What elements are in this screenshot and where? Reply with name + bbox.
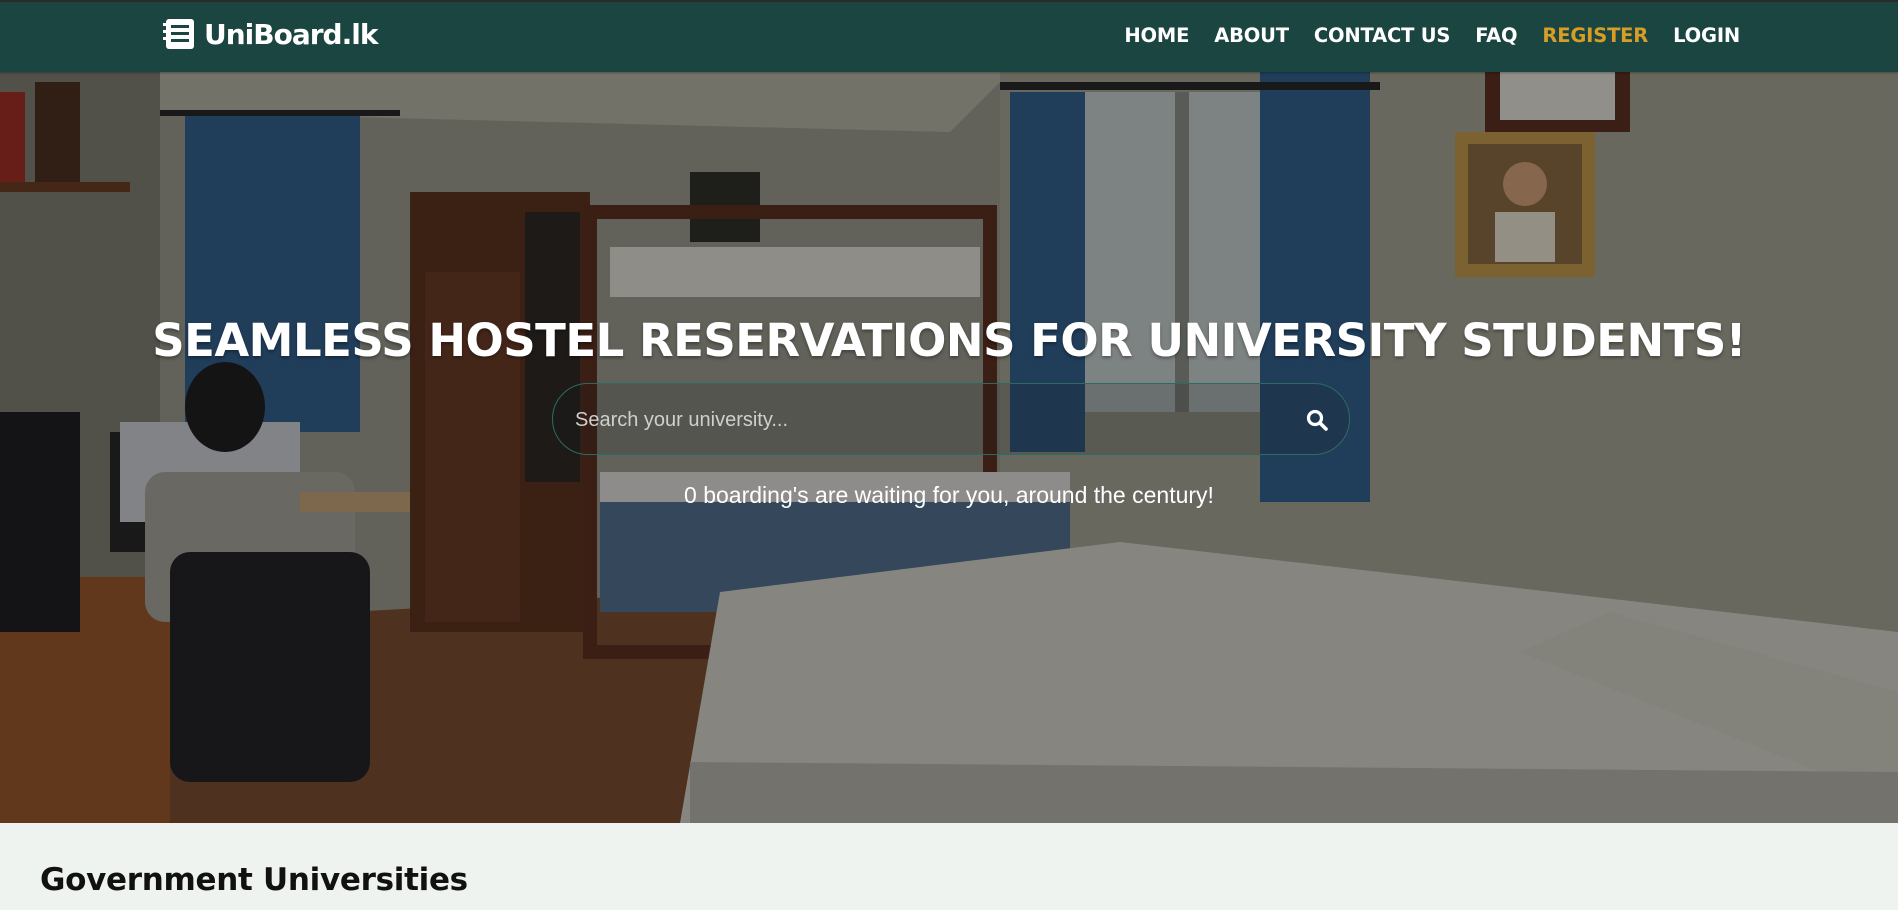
nav-home-link[interactable]: HOME	[1124, 24, 1189, 47]
university-search-input[interactable]	[575, 402, 1255, 438]
logo-icon	[163, 19, 194, 49]
top-navbar: UniBoard.lk HOME ABOUT CONTACT US FAQ RE…	[0, 0, 1898, 72]
nav-register-link[interactable]: REGISTER	[1542, 24, 1648, 47]
brand-logo[interactable]: UniBoard.lk	[162, 14, 378, 54]
nav-about-link[interactable]: ABOUT	[1214, 24, 1289, 47]
nav-login-link[interactable]: LOGIN	[1673, 24, 1740, 47]
government-universities-heading: Government Universities	[40, 862, 468, 898]
hero-section: SEAMLESS HOSTEL RESERVATIONS FOR UNIVERS…	[0, 72, 1898, 823]
search-icon[interactable]	[1305, 408, 1329, 432]
nav-contact-link[interactable]: CONTACT US	[1314, 24, 1451, 47]
brand-name: UniBoard.lk	[204, 17, 378, 51]
nav-faq-link[interactable]: FAQ	[1475, 24, 1517, 47]
hero-headline: SEAMLESS HOSTEL RESERVATIONS FOR UNIVERS…	[152, 314, 1746, 367]
boarding-count-tagline: 0 boarding's are waiting for you, around…	[684, 482, 1214, 508]
university-search-box	[552, 383, 1350, 455]
main-nav: HOME ABOUT CONTACT US FAQ REGISTER LOGIN	[1124, 24, 1740, 47]
